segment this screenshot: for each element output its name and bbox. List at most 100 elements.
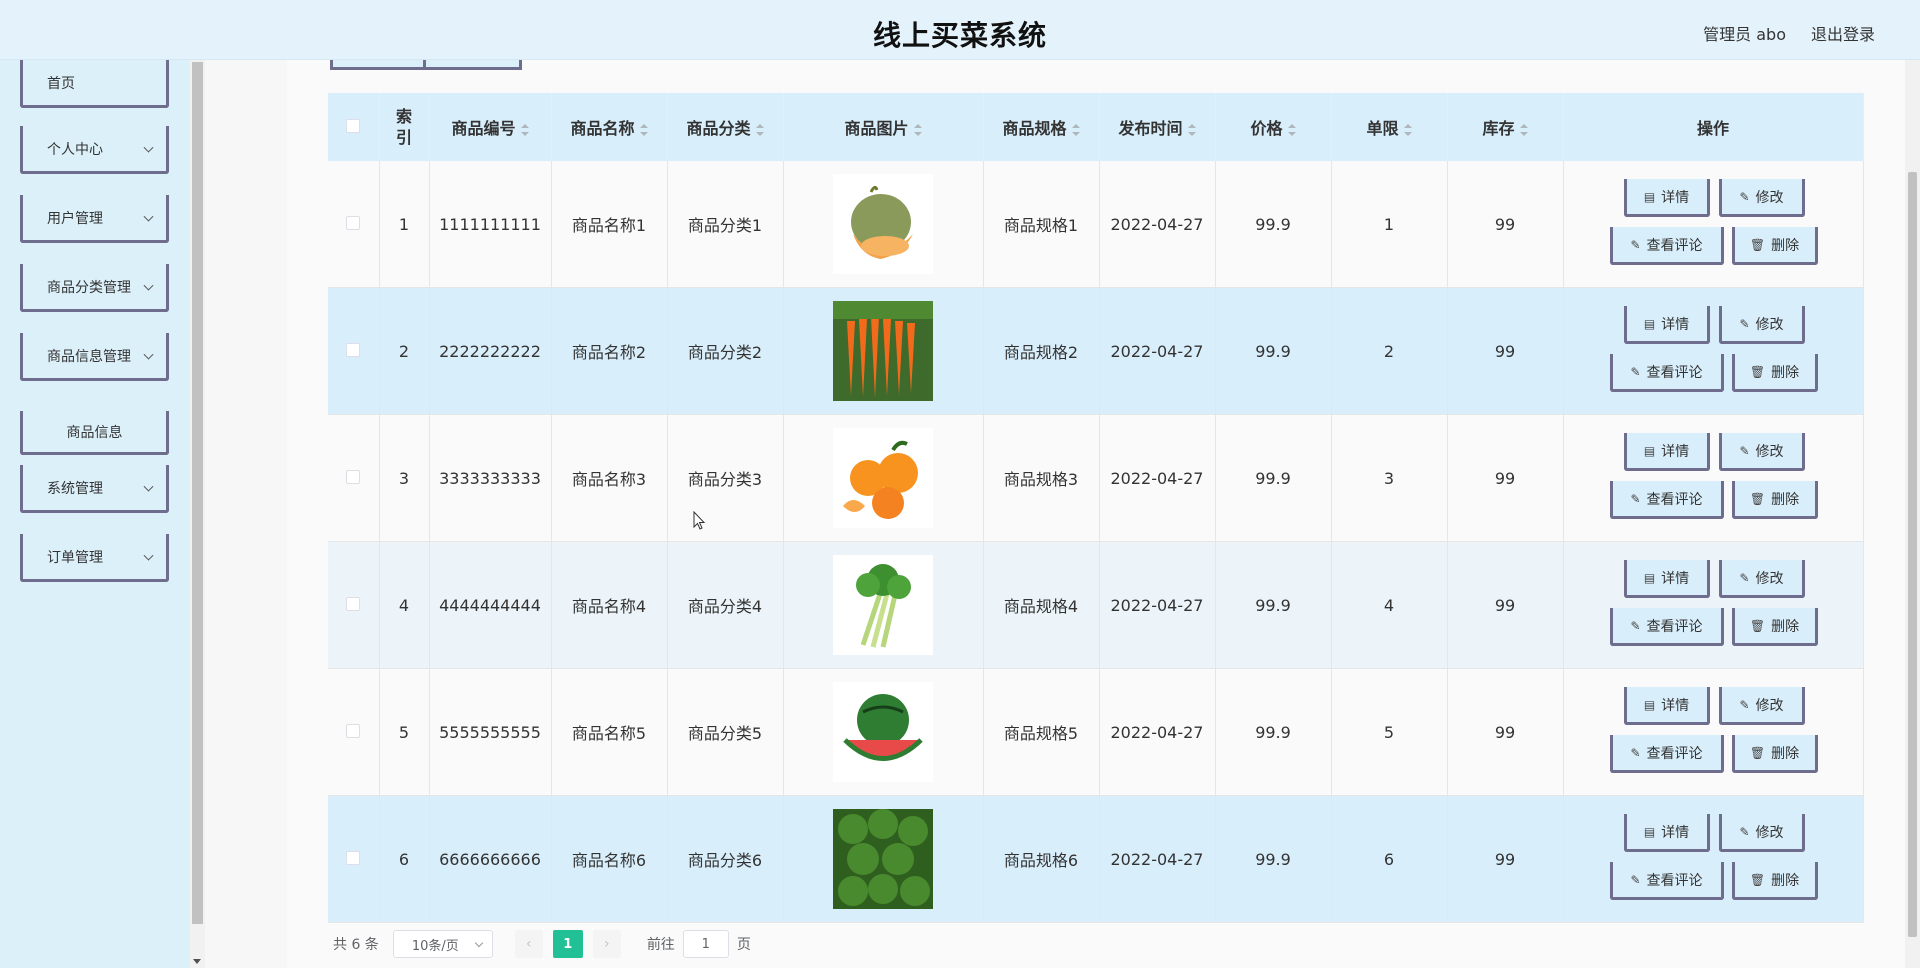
- column-header-category[interactable]: 商品分类: [667, 93, 784, 161]
- cell-stock: 99: [1447, 795, 1564, 923]
- delete-button[interactable]: 🗑 删除: [1731, 735, 1818, 773]
- sidebar-item-personal-center[interactable]: 个人中心: [20, 126, 169, 174]
- cell-index: 1: [379, 161, 430, 288]
- row-checkbox[interactable]: [346, 723, 361, 738]
- trash-icon: 🗑: [1749, 618, 1766, 633]
- cell-date: 2022-04-27: [1099, 541, 1216, 669]
- table-row[interactable]: 1 1111111111 商品名称1 商品分类1 商品规格1 2022-04-27 99.9…: [328, 161, 1864, 288]
- sidebar-item-category-management[interactable]: 商品分类管理: [20, 264, 169, 312]
- scrollbar-thumb[interactable]: [192, 62, 203, 924]
- column-header-stock[interactable]: 库存: [1447, 93, 1564, 161]
- table-row[interactable]: 5 5555555555 商品名称5 商品分类5 商品规格5 2022-04-27 99.9…: [328, 668, 1864, 796]
- view-comments-button[interactable]: ✎ 查看评论: [1609, 735, 1724, 773]
- sort-icon[interactable]: [639, 123, 648, 136]
- delete-button[interactable]: 🗑 删除: [1731, 481, 1818, 519]
- table-row[interactable]: 3 3333333333 商品名称3 商品分类3 商品规格3 2022-04-27 99.9…: [328, 414, 1864, 542]
- delete-button[interactable]: 🗑 删除: [1731, 227, 1818, 265]
- sidebar-item-product-info-management[interactable]: 商品信息管理: [20, 333, 169, 381]
- document-icon: ▤: [1643, 443, 1656, 458]
- page-number-active[interactable]: 1: [552, 930, 583, 958]
- sidebar-item-system-management[interactable]: 系统管理: [20, 465, 169, 513]
- column-header-image[interactable]: 商品图片: [783, 93, 984, 161]
- row-checkbox[interactable]: [346, 215, 361, 230]
- column-label: 单限: [1366, 119, 1399, 138]
- column-header-name[interactable]: 商品名称: [551, 93, 668, 161]
- detail-button[interactable]: ▤ 详情: [1623, 814, 1710, 852]
- row-checkbox[interactable]: [346, 342, 361, 357]
- cell-name: 商品名称6: [551, 795, 668, 923]
- cell-code: 5555555555: [429, 668, 552, 796]
- chevron-down-icon: [143, 349, 154, 360]
- sort-icon[interactable]: [913, 123, 922, 136]
- next-page-button[interactable]: ›: [592, 930, 621, 958]
- chevron-down-icon: [143, 142, 154, 153]
- detail-button[interactable]: ▤ 详情: [1623, 687, 1710, 725]
- delete-button[interactable]: 🗑 删除: [1731, 608, 1818, 646]
- edit-button[interactable]: ✎ 修改: [1718, 814, 1805, 852]
- column-header-spec[interactable]: 商品规格: [983, 93, 1100, 161]
- scroll-down-arrow-icon[interactable]: [193, 959, 201, 964]
- select-all-checkbox[interactable]: [346, 118, 361, 133]
- sidebar-subitem-product-info[interactable]: 商品信息: [20, 411, 169, 455]
- edit-button[interactable]: ✎ 修改: [1718, 179, 1805, 217]
- view-comments-button[interactable]: ✎ 查看评论: [1609, 354, 1724, 392]
- sidebar-item-home[interactable]: 首页: [20, 60, 169, 108]
- edit-button[interactable]: ✎ 修改: [1718, 433, 1805, 471]
- detail-button[interactable]: ▤ 详情: [1623, 433, 1710, 471]
- column-header-limit[interactable]: 单限: [1331, 93, 1448, 161]
- view-comments-button[interactable]: ✎ 查看评论: [1609, 481, 1724, 519]
- detail-button[interactable]: ▤ 详情: [1623, 306, 1710, 344]
- edit-icon: ✎: [1739, 316, 1750, 331]
- scrollbar-thumb[interactable]: [1908, 172, 1917, 937]
- view-comments-button[interactable]: ✎ 查看评论: [1609, 862, 1724, 900]
- logout-button[interactable]: 退出登录: [1811, 21, 1875, 45]
- sort-icon[interactable]: [755, 123, 764, 136]
- edit-button[interactable]: ✎ 修改: [1718, 560, 1805, 598]
- sidebar-scrollbar[interactable]: [190, 60, 205, 968]
- sort-icon[interactable]: [1519, 123, 1528, 136]
- cell-index: 2: [379, 287, 430, 415]
- delete-button[interactable]: 🗑 删除: [1731, 862, 1818, 900]
- cell-index: 4: [379, 541, 430, 669]
- view-comments-button[interactable]: ✎ 查看评论: [1609, 227, 1724, 265]
- sort-icon[interactable]: [520, 123, 529, 136]
- edit-icon: ✎: [1739, 189, 1750, 204]
- row-checkbox[interactable]: [346, 596, 361, 611]
- cell-spec: 商品规格6: [983, 795, 1100, 923]
- sort-icon[interactable]: [1187, 123, 1196, 136]
- cell-date: 2022-04-27: [1099, 414, 1216, 542]
- sort-icon[interactable]: [1071, 123, 1080, 136]
- goto-page: 前往 1 页: [647, 930, 751, 958]
- table-row[interactable]: 4 4444444444 商品名称4 商品分类4 商品规格4 2022-04-27 99.9…: [328, 541, 1864, 669]
- column-label: 操作: [1696, 119, 1729, 138]
- column-header-code[interactable]: 商品编号: [429, 93, 552, 161]
- page-size-select[interactable]: 10条/页: [392, 930, 493, 958]
- table-row[interactable]: 6 6666666666 商品名称6 商品分类6 商品规格6 2022-04-27 99.9…: [328, 795, 1864, 923]
- cell-image: [783, 161, 984, 288]
- row-checkbox[interactable]: [346, 850, 361, 865]
- cell-date: 2022-04-27: [1099, 795, 1216, 923]
- delete-button[interactable]: 🗑 删除: [1731, 354, 1818, 392]
- detail-button[interactable]: ▤ 详情: [1623, 179, 1710, 217]
- goto-page-input[interactable]: 1: [682, 930, 729, 958]
- edit-button[interactable]: ✎ 修改: [1718, 687, 1805, 725]
- table-row[interactable]: 2 2222222222 商品名称2 商品分类2 商品规格2 2022-04-27 99.9…: [328, 287, 1864, 415]
- toolbar-buttons[interactable]: [330, 60, 522, 70]
- product-image-oranges: [784, 428, 983, 528]
- sort-icon[interactable]: [1287, 123, 1296, 136]
- sidebar-item-user-management[interactable]: 用户管理: [20, 195, 169, 243]
- column-header-date[interactable]: 发布时间: [1099, 93, 1216, 161]
- sort-icon[interactable]: [1403, 123, 1412, 136]
- page-scrollbar[interactable]: [1905, 60, 1920, 968]
- row-checkbox[interactable]: [346, 469, 361, 484]
- column-header-price[interactable]: 价格: [1215, 93, 1332, 161]
- column-header-actions: 操作: [1563, 93, 1864, 161]
- button-label: 详情: [1661, 697, 1690, 714]
- sidebar-item-label: 商品分类管理: [47, 279, 131, 296]
- cell-index: 3: [379, 414, 430, 542]
- prev-page-button[interactable]: ‹: [514, 930, 543, 958]
- view-comments-button[interactable]: ✎ 查看评论: [1609, 608, 1724, 646]
- edit-button[interactable]: ✎ 修改: [1718, 306, 1805, 344]
- sidebar-item-order-management[interactable]: 订单管理: [20, 534, 169, 582]
- detail-button[interactable]: ▤ 详情: [1623, 560, 1710, 598]
